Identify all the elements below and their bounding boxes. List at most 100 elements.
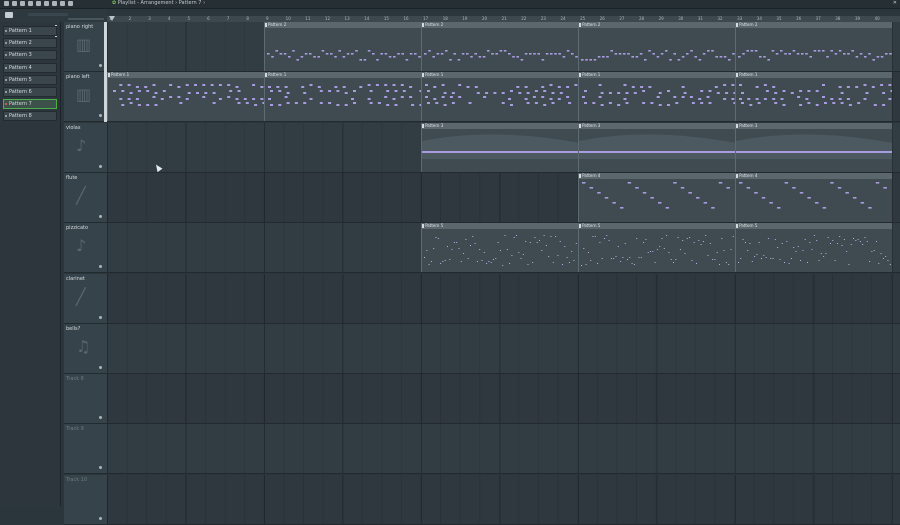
pattern-clip[interactable]: Pattern 2 [421,22,579,71]
clip-notes [424,50,578,61]
clip-notes [739,84,893,107]
horizontal-zoom-bar[interactable] [28,13,68,16]
track-name: clarinet [66,275,85,282]
clip-notes [582,84,736,107]
track-header[interactable]: Track 9 [64,424,107,475]
bell-icon: ♫ [76,336,91,356]
track-lane[interactable]: Pattern 4 Pattern 4 [107,172,900,223]
track-header[interactable]: bells? ♫ [64,323,107,374]
slip-icon[interactable] [36,1,41,6]
track-header[interactable]: flute ╱ [64,172,107,223]
clip-notes [739,181,888,209]
pattern-clip[interactable]: Pattern 1 [421,72,579,122]
keyboard-icon[interactable] [5,12,13,18]
pattern-item[interactable]: Pattern 1 [3,26,57,36]
clip-notes [422,134,579,159]
track-header[interactable]: Track 8 [64,374,107,425]
track-mute-button[interactable] [99,214,102,218]
track-mute-button[interactable] [99,114,102,118]
zoom-icon[interactable] [60,1,65,6]
playback-icon[interactable] [68,1,73,6]
track-mute-button[interactable] [99,365,102,369]
violin-icon: ♪ [76,236,87,256]
track-header[interactable]: clarinet ╱ [64,273,107,324]
track-lane[interactable]: Pattern 5 Pattern 5 Pattern 5 [107,223,900,274]
pattern-item[interactable]: Pattern 7 [3,99,57,110]
pattern-clip[interactable]: Pattern 1 [578,72,736,122]
scrollbar[interactable] [68,18,104,20]
pattern-clip[interactable]: Pattern 4 [735,172,893,222]
track-lane[interactable]: Pattern 1 Pattern 1 Pattern 1 Pattern 1 Patt… [107,72,900,123]
pattern-clip[interactable]: Pattern 5 [578,223,736,273]
track-mute-button[interactable] [99,516,102,520]
pattern-clip[interactable]: Pattern 5 [421,223,579,273]
pencil-icon[interactable] [12,1,17,6]
track-mute-button[interactable] [99,64,102,67]
pattern-clip[interactable]: Pattern 3 [735,122,893,172]
track-name: violas [66,124,81,131]
track-name: piano left [66,74,90,81]
track-name: bells? [66,325,81,332]
track-name: piano right [66,24,94,30]
track-name: Track 8 [66,376,84,383]
track-header[interactable]: piano right ▥ [64,22,107,72]
pattern-clip[interactable]: Pattern 3 [421,122,579,172]
slice-icon[interactable] [44,1,49,6]
pattern-clip[interactable]: Pattern 1 [107,72,265,122]
select-icon[interactable] [52,1,57,6]
track-name: flute [66,174,78,181]
track-mute-button[interactable] [99,466,102,470]
track-lane[interactable] [107,474,900,525]
track-lane[interactable]: Pattern 2 Pattern 2 Pattern 2 Pattern 2 [107,22,900,72]
pattern-clip[interactable]: Pattern 5 [735,223,893,273]
pattern-clip[interactable]: Pattern 1 [735,72,893,122]
pattern-clip[interactable]: Pattern 1 [264,72,422,122]
pattern-item[interactable]: Pattern 8 [3,111,57,122]
pattern-clip[interactable]: Pattern 2 [578,22,736,71]
clip-notes [738,235,891,266]
pattern-clip[interactable]: Pattern 2 [735,22,893,71]
track-header[interactable]: pizzicato ♪ [64,223,107,274]
vertical-scrollbar[interactable] [104,22,107,122]
track-lane[interactable]: Pattern 3 Pattern 3 Pattern 3 [107,122,900,173]
track-lane[interactable] [107,273,900,324]
window-title: ✿ Playlist - Arrangement › Pattern 7 › [112,0,206,6]
brush-icon[interactable] [20,1,25,6]
track-lane[interactable] [107,374,900,425]
mute-tool-icon[interactable] [28,1,33,6]
track-lane[interactable] [107,323,900,374]
track-header[interactable]: Track 10 [64,474,107,525]
track-mute-button[interactable] [99,164,102,168]
toolbar-icons [4,1,73,6]
flute-icon: ╱ [76,185,86,205]
pattern-clip[interactable]: Pattern 4 [578,172,736,222]
pattern-item[interactable]: Pattern 3 [3,50,57,61]
pattern-picker: Pattern 1 Pattern 2 Pattern 3 Pattern 4 Patt… [0,22,61,506]
clip-notes [738,50,892,61]
track-mute-button[interactable] [99,416,102,420]
clip-notes [424,235,577,267]
pattern-clip[interactable]: Pattern 2 [264,22,422,71]
pattern-clip[interactable]: Pattern 3 [578,122,736,172]
clip-notes [268,84,422,107]
track-name: pizzicato [66,225,89,232]
pattern-item[interactable]: Pattern 6 [3,87,57,97]
clip-notes [425,84,578,107]
close-button[interactable]: ✕ [893,0,897,7]
track-lane[interactable] [107,424,900,475]
clip-notes [581,235,734,267]
track-header[interactable]: violas ♪ [64,122,107,173]
track-header[interactable]: piano left ▥ [64,72,107,123]
pattern-item[interactable]: Pattern 5 [3,74,57,85]
clip-notes [582,181,731,209]
playlist-toolbar [0,9,107,22]
track-name: Track 9 [66,426,84,433]
magnet-icon[interactable] [4,1,9,6]
title-bar: ✿ Playlist - Arrangement › Pattern 7 › ✕ [0,0,900,9]
pattern-item[interactable]: Pattern 2 [3,38,57,49]
clip-notes [736,134,893,159]
track-mute-button[interactable] [99,265,102,269]
pattern-item[interactable]: Pattern 4 [3,62,57,73]
track-mute-button[interactable] [99,315,102,319]
clip-notes [579,134,736,159]
